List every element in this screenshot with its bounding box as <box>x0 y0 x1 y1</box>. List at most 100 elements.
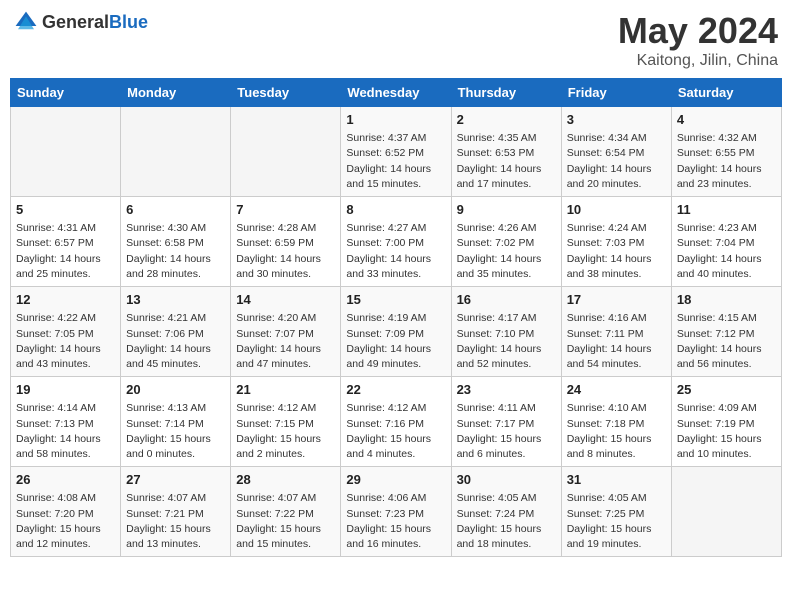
day-detail: Sunrise: 4:31 AMSunset: 6:57 PMDaylight:… <box>16 221 115 282</box>
calendar-cell: 17 Sunrise: 4:16 AMSunset: 7:11 PMDayligh… <box>561 287 671 377</box>
calendar-cell: 21Sunrise: 4:12 AMSunset: 7:15 PMDayligh… <box>231 377 341 467</box>
location: Kaitong, Jilin, China <box>618 52 778 70</box>
weekday-header-row: SundayMondayTuesdayWednesdayThursdayFrid… <box>11 79 782 107</box>
calendar-cell: 8Sunrise: 4:27 AMSunset: 7:00 PMDaylight… <box>341 197 451 287</box>
calendar-cell: 28 Sunrise: 4:07 AMSunset: 7:22 PMDayligh… <box>231 467 341 557</box>
day-detail: Sunrise: 4:23 AMSunset: 7:04 PMDaylight:… <box>677 221 776 282</box>
day-detail: Sunrise: 4:14 AMSunset: 7:13 PMDaylight:… <box>16 401 115 462</box>
calendar-cell: 24 Sunrise: 4:10 AMSunset: 7:18 PMDayligh… <box>561 377 671 467</box>
calendar-cell: 9 Sunrise: 4:26 AMSunset: 7:02 PMDaylight… <box>451 197 561 287</box>
logo-text: GeneralBlue <box>42 12 148 33</box>
day-number: 5 <box>16 201 115 219</box>
weekday-header-sunday: Sunday <box>11 79 121 107</box>
day-number: 19 <box>16 381 115 399</box>
calendar-cell: 2Sunrise: 4:35 AMSunset: 6:53 PMDaylight… <box>451 107 561 197</box>
day-number: 31 <box>567 471 666 489</box>
day-number: 4 <box>677 111 776 129</box>
calendar-cell: 29 Sunrise: 4:06 AMSunset: 7:23 PMDayligh… <box>341 467 451 557</box>
calendar-cell: 27 Sunrise: 4:07 AMSunset: 7:21 PMDayligh… <box>121 467 231 557</box>
day-detail: Sunrise: 4:30 AMSunset: 6:58 PMDaylight:… <box>126 221 225 282</box>
logo-general: General <box>42 12 109 32</box>
day-detail: Sunrise: 4:34 AMSunset: 6:54 PMDaylight:… <box>567 131 666 192</box>
day-detail: Sunrise: 4:22 AMSunset: 7:05 PMDaylight:… <box>16 311 115 372</box>
day-number: 25 <box>677 381 776 399</box>
calendar-cell: 26 Sunrise: 4:08 AMSunset: 7:20 PMDayligh… <box>11 467 121 557</box>
day-number: 30 <box>457 471 556 489</box>
calendar-table: SundayMondayTuesdayWednesdayThursdayFrid… <box>10 78 782 557</box>
day-number: 23 <box>457 381 556 399</box>
day-detail: Sunrise: 4:12 AMSunset: 7:16 PMDaylight:… <box>346 401 445 462</box>
calendar-cell: 5 Sunrise: 4:31 AMSunset: 6:57 PMDaylight… <box>11 197 121 287</box>
calendar-cell <box>671 467 781 557</box>
calendar-cell: 11 Sunrise: 4:23 AMSunset: 7:04 PMDayligh… <box>671 197 781 287</box>
calendar-cell <box>231 107 341 197</box>
calendar-cell <box>11 107 121 197</box>
calendar-cell: 30 Sunrise: 4:05 AMSunset: 7:24 PMDayligh… <box>451 467 561 557</box>
day-detail: Sunrise: 4:07 AMSunset: 7:22 PMDaylight:… <box>236 491 335 552</box>
day-detail: Sunrise: 4:06 AMSunset: 7:23 PMDaylight:… <box>346 491 445 552</box>
day-number: 6 <box>126 201 225 219</box>
day-detail: Sunrise: 4:07 AMSunset: 7:21 PMDaylight:… <box>126 491 225 552</box>
week-row-4: 19 Sunrise: 4:14 AMSunset: 7:13 PMDayligh… <box>11 377 782 467</box>
day-number: 10 <box>567 201 666 219</box>
weekday-header-tuesday: Tuesday <box>231 79 341 107</box>
day-number: 20 <box>126 381 225 399</box>
day-number: 12 <box>16 291 115 309</box>
calendar-cell: 18 Sunrise: 4:15 AMSunset: 7:12 PMDayligh… <box>671 287 781 377</box>
calendar-cell: 13Sunrise: 4:21 AMSunset: 7:06 PMDayligh… <box>121 287 231 377</box>
week-row-3: 12 Sunrise: 4:22 AMSunset: 7:05 PMDayligh… <box>11 287 782 377</box>
calendar-cell: 16 Sunrise: 4:17 AMSunset: 7:10 PMDayligh… <box>451 287 561 377</box>
calendar-cell: 23 Sunrise: 4:11 AMSunset: 7:17 PMDayligh… <box>451 377 561 467</box>
day-detail: Sunrise: 4:20 AMSunset: 7:07 PMDaylight:… <box>236 311 335 372</box>
week-row-5: 26 Sunrise: 4:08 AMSunset: 7:20 PMDayligh… <box>11 467 782 557</box>
month-title: May 2024 <box>618 10 778 52</box>
week-row-2: 5 Sunrise: 4:31 AMSunset: 6:57 PMDaylight… <box>11 197 782 287</box>
day-number: 17 <box>567 291 666 309</box>
day-number: 26 <box>16 471 115 489</box>
day-number: 27 <box>126 471 225 489</box>
calendar-cell <box>121 107 231 197</box>
day-detail: Sunrise: 4:08 AMSunset: 7:20 PMDaylight:… <box>16 491 115 552</box>
day-detail: Sunrise: 4:19 AMSunset: 7:09 PMDaylight:… <box>346 311 445 372</box>
day-detail: Sunrise: 4:05 AMSunset: 7:25 PMDaylight:… <box>567 491 666 552</box>
calendar-cell: 1Sunrise: 4:37 AMSunset: 6:52 PMDaylight… <box>341 107 451 197</box>
calendar-cell: 6 Sunrise: 4:30 AMSunset: 6:58 PMDaylight… <box>121 197 231 287</box>
weekday-header-friday: Friday <box>561 79 671 107</box>
calendar-cell: 22Sunrise: 4:12 AMSunset: 7:16 PMDayligh… <box>341 377 451 467</box>
day-detail: Sunrise: 4:11 AMSunset: 7:17 PMDaylight:… <box>457 401 556 462</box>
calendar-cell: 12 Sunrise: 4:22 AMSunset: 7:05 PMDayligh… <box>11 287 121 377</box>
calendar-cell: 25Sunrise: 4:09 AMSunset: 7:19 PMDayligh… <box>671 377 781 467</box>
day-number: 28 <box>236 471 335 489</box>
day-number: 29 <box>346 471 445 489</box>
day-number: 7 <box>236 201 335 219</box>
day-number: 24 <box>567 381 666 399</box>
day-detail: Sunrise: 4:27 AMSunset: 7:00 PMDaylight:… <box>346 221 445 282</box>
calendar-cell: 15Sunrise: 4:19 AMSunset: 7:09 PMDayligh… <box>341 287 451 377</box>
day-detail: Sunrise: 4:05 AMSunset: 7:24 PMDaylight:… <box>457 491 556 552</box>
day-detail: Sunrise: 4:28 AMSunset: 6:59 PMDaylight:… <box>236 221 335 282</box>
calendar-cell: 3Sunrise: 4:34 AMSunset: 6:54 PMDaylight… <box>561 107 671 197</box>
day-number: 2 <box>457 111 556 129</box>
day-detail: Sunrise: 4:10 AMSunset: 7:18 PMDaylight:… <box>567 401 666 462</box>
weekday-header-wednesday: Wednesday <box>341 79 451 107</box>
day-number: 18 <box>677 291 776 309</box>
day-detail: Sunrise: 4:16 AMSunset: 7:11 PMDaylight:… <box>567 311 666 372</box>
page-header: GeneralBlue May 2024 Kaitong, Jilin, Chi… <box>10 10 782 70</box>
calendar-cell: 19 Sunrise: 4:14 AMSunset: 7:13 PMDayligh… <box>11 377 121 467</box>
calendar-cell: 10Sunrise: 4:24 AMSunset: 7:03 PMDayligh… <box>561 197 671 287</box>
day-detail: Sunrise: 4:26 AMSunset: 7:02 PMDaylight:… <box>457 221 556 282</box>
calendar-cell: 20Sunrise: 4:13 AMSunset: 7:14 PMDayligh… <box>121 377 231 467</box>
day-detail: Sunrise: 4:21 AMSunset: 7:06 PMDaylight:… <box>126 311 225 372</box>
day-detail: Sunrise: 4:17 AMSunset: 7:10 PMDaylight:… <box>457 311 556 372</box>
calendar-cell: 14Sunrise: 4:20 AMSunset: 7:07 PMDayligh… <box>231 287 341 377</box>
day-number: 11 <box>677 201 776 219</box>
calendar-cell: 31 Sunrise: 4:05 AMSunset: 7:25 PMDayligh… <box>561 467 671 557</box>
calendar-cell: 4Sunrise: 4:32 AMSunset: 6:55 PMDaylight… <box>671 107 781 197</box>
day-number: 9 <box>457 201 556 219</box>
title-area: May 2024 Kaitong, Jilin, China <box>618 10 778 70</box>
day-number: 16 <box>457 291 556 309</box>
weekday-header-monday: Monday <box>121 79 231 107</box>
day-detail: Sunrise: 4:15 AMSunset: 7:12 PMDaylight:… <box>677 311 776 372</box>
week-row-1: 1Sunrise: 4:37 AMSunset: 6:52 PMDaylight… <box>11 107 782 197</box>
logo-icon <box>14 10 38 34</box>
